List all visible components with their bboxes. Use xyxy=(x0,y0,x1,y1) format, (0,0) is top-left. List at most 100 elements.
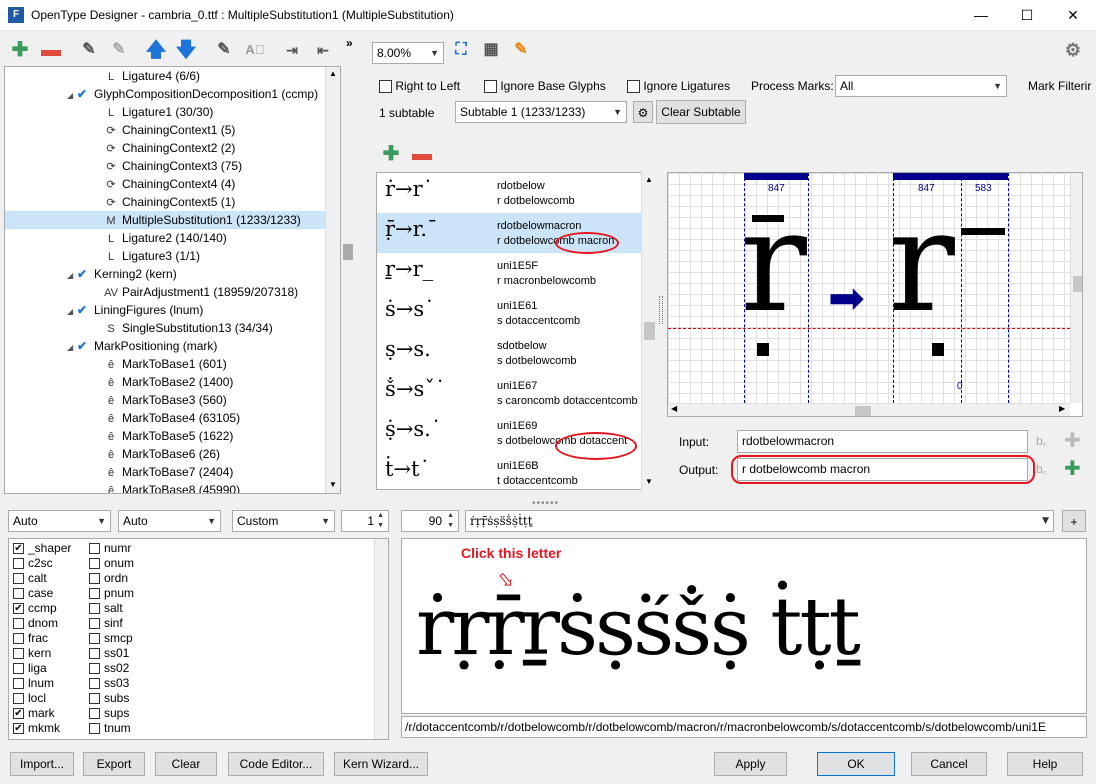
remove-icon[interactable]: ▬ xyxy=(38,36,64,64)
help-button[interactable]: Help xyxy=(1007,752,1083,776)
tree-item[interactable]: ◢ ✔ Kerning2 (kern) xyxy=(5,265,327,283)
glyph-class-icon[interactable]: A⃠ xyxy=(242,36,268,64)
preview-hscroll[interactable]: ◀ ▶ xyxy=(668,403,1070,416)
feature-option[interactable]: subs xyxy=(89,691,129,706)
feature-option[interactable]: ✔ ccmp xyxy=(13,601,57,616)
subtable-settings-icon[interactable]: ⚙ xyxy=(633,101,653,123)
tree-item[interactable]: ⟳ ChainingContext5 (1) xyxy=(5,193,327,211)
tree-item[interactable]: ◢ ✔ MarkPositioning (mark) xyxy=(5,337,327,355)
scroll-up-icon[interactable]: ▲ xyxy=(645,175,653,184)
right-to-left-checkbox[interactable] xyxy=(379,80,392,94)
tree-item[interactable]: ◢ ✔ GlyphCompositionDecomposition1 (ccmp) xyxy=(5,85,327,103)
feature-option[interactable]: dnom xyxy=(13,616,58,631)
add-output-icon[interactable]: ✚ xyxy=(1064,456,1081,481)
feature-checkbox[interactable] xyxy=(89,708,100,720)
right-to-left-option[interactable]: Right to Left xyxy=(379,79,460,94)
feature-option[interactable]: numr xyxy=(89,541,131,556)
zoom-select[interactable]: 8.00% ▼ xyxy=(372,42,444,64)
edit-feature-icon[interactable]: ✎ xyxy=(76,36,102,64)
tree-item[interactable]: L Ligature2 (140/140) xyxy=(5,229,327,247)
feature-checkbox[interactable] xyxy=(89,663,100,675)
cancel-button[interactable]: Cancel xyxy=(911,752,987,776)
feature-option[interactable]: ss02 xyxy=(89,661,129,676)
close-button[interactable]: ✕ xyxy=(1050,0,1096,31)
code-editor-button[interactable]: Code Editor... xyxy=(228,752,324,776)
feature-checkbox[interactable] xyxy=(13,618,24,630)
tag-icon[interactable]: ✎ xyxy=(211,36,237,64)
grid-icon[interactable]: ▦ xyxy=(478,36,504,64)
substitution-row[interactable]: ṣ→s. sdotbelow s dotbelowcomb xyxy=(377,333,641,373)
feature-option[interactable]: sinf xyxy=(89,616,123,631)
add-sample-button[interactable]: + xyxy=(1062,510,1086,532)
tree-item[interactable]: ◢ ✔ LiningFigures (lnum) xyxy=(5,301,327,319)
tree-scrollbar[interactable]: ▲ ▼ xyxy=(325,67,340,493)
feature-checkbox[interactable]: ✔ xyxy=(13,708,24,720)
feature-checkbox[interactable] xyxy=(89,573,100,585)
feature-option[interactable]: liga xyxy=(13,661,47,676)
clear-subtable-button[interactable]: Clear Subtable xyxy=(656,100,746,124)
feature-option[interactable]: case xyxy=(13,586,53,601)
feature-checkbox[interactable] xyxy=(13,588,24,600)
add-input-icon[interactable]: ✚ xyxy=(1064,428,1081,453)
feature-checkbox[interactable] xyxy=(89,558,100,570)
kern-wizard-button[interactable]: Kern Wizard... xyxy=(334,752,428,776)
tree-item[interactable]: ê MarkToBase5 (1622) xyxy=(5,427,327,445)
feature-checkbox[interactable] xyxy=(13,693,24,705)
fit-icon[interactable]: ⛶ xyxy=(448,36,474,64)
add-icon[interactable]: ✚ xyxy=(7,36,33,64)
tree-item[interactable]: S SingleSubstitution13 (34/34) xyxy=(5,319,327,337)
scroll-down-icon[interactable]: ▼ xyxy=(329,480,337,489)
remove-substitution-icon[interactable]: ▬ xyxy=(409,140,435,168)
feature-option[interactable]: ss03 xyxy=(89,676,129,691)
size-spinner[interactable]: 90 ▲ ▼ xyxy=(401,510,459,532)
glyph-class-icon[interactable]: b꜀ xyxy=(1036,460,1047,477)
sample-text-input[interactable]: ṙṛṝṡṣṥṧṩṫṭṯ ▼ xyxy=(465,510,1054,532)
feature-option[interactable]: onum xyxy=(89,556,134,571)
ignore-ligatures-checkbox[interactable] xyxy=(627,80,640,94)
scroll-up-icon[interactable]: ▲ xyxy=(329,69,337,78)
feature-checkbox[interactable] xyxy=(13,573,24,585)
feature-checkbox[interactable] xyxy=(13,648,24,660)
feature-option[interactable]: ✔ mark xyxy=(13,706,55,721)
feature-option[interactable]: ss01 xyxy=(89,646,129,661)
scroll-thumb[interactable] xyxy=(644,322,655,340)
splitter-handle[interactable] xyxy=(343,244,353,260)
substitution-row[interactable]: ṧ→sˇ˙ uni1E67 s caroncomb dotaccentcomb xyxy=(377,373,641,413)
feature-checkbox[interactable] xyxy=(89,603,100,615)
process-marks-select[interactable]: All ▼ xyxy=(835,75,1007,97)
feature-scrollbar[interactable] xyxy=(374,539,388,739)
tree-item[interactable]: ê MarkToBase7 (2404) xyxy=(5,463,327,481)
scroll-thumb[interactable] xyxy=(1073,276,1082,292)
move-up-icon[interactable]: 🡅 xyxy=(143,36,169,64)
more-icon[interactable]: » xyxy=(346,36,353,50)
tree-item[interactable]: ê MarkToBase2 (1400) xyxy=(5,373,327,391)
feature-option[interactable]: tnum xyxy=(89,721,131,736)
feature-option[interactable]: calt xyxy=(13,571,47,586)
splitter-handle[interactable]: •••••• xyxy=(532,498,559,509)
ignore-base-checkbox[interactable] xyxy=(484,80,497,94)
tree-item[interactable]: ê MarkToBase8 (45990) xyxy=(5,481,327,493)
tree-item[interactable]: ⟳ ChainingContext3 (75) xyxy=(5,157,327,175)
tree-item[interactable]: ê MarkToBase1 (601) xyxy=(5,355,327,373)
tree-item[interactable]: ⟳ ChainingContext2 (2) xyxy=(5,139,327,157)
substitution-list[interactable]: ṙ→r˙ rdotbelow r dotbelowcomb ṝ→r.¯ rdotbelo… xyxy=(376,172,642,490)
feature-option[interactable]: smcp xyxy=(89,631,133,646)
import-lookup-icon[interactable]: ⇥ xyxy=(279,36,305,64)
edit-glyph-icon[interactable]: ✎ xyxy=(508,36,534,64)
scroll-right-icon[interactable]: ▶ xyxy=(1059,404,1065,413)
glyph-path-field[interactable]: /r/dotaccentcomb/r/dotbelowcomb/r/dotbel… xyxy=(401,716,1087,738)
feature-option[interactable]: ordn xyxy=(89,571,128,586)
export-lookup-icon[interactable]: ⇤ xyxy=(310,36,336,64)
feature-option[interactable]: ✔ mkmk xyxy=(13,721,60,736)
tree-item[interactable]: AV PairAdjustment1 (18959/207318) xyxy=(5,283,327,301)
tree-item[interactable]: L Ligature3 (1/1) xyxy=(5,247,327,265)
substitution-row[interactable]: ṟ→r_ uni1E5F r macronbelowcomb xyxy=(377,253,641,293)
scroll-left-icon[interactable]: ◀ xyxy=(671,404,677,413)
feature-checkbox[interactable] xyxy=(89,723,100,735)
tree-item[interactable]: ê MarkToBase6 (26) xyxy=(5,445,327,463)
feature-checkbox[interactable] xyxy=(89,693,100,705)
ignore-ligatures-option[interactable]: Ignore Ligatures xyxy=(627,79,730,94)
feature-mode-select[interactable]: Custom ▼ xyxy=(232,510,335,532)
minimize-button[interactable]: — xyxy=(958,0,1004,31)
export-button[interactable]: Export xyxy=(83,752,145,776)
